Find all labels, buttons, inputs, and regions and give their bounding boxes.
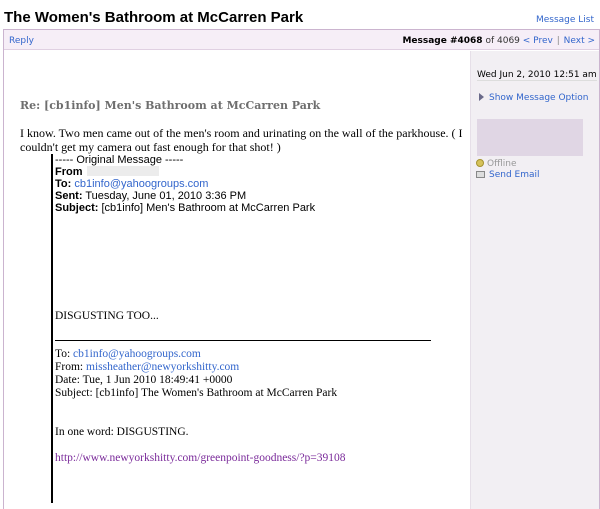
- quoted2-to-label: To:: [55, 348, 71, 360]
- quoted2-from-label: From:: [55, 361, 84, 373]
- quoted-text-one-word: In one word: DISGUSTING.: [55, 426, 189, 438]
- message-frame: Reply Message #4068 of 4069 < Prev | Nex…: [3, 29, 600, 509]
- topic-title: The Women's Bathroom at McCarren Park: [4, 9, 304, 26]
- message-body-text: I know. Two men came out of the men's ro…: [20, 126, 463, 154]
- nav-separator: |: [556, 36, 560, 46]
- message-count: of 4069: [485, 36, 520, 46]
- message-list-link[interactable]: Message List: [536, 15, 594, 25]
- online-status: Offline: [476, 159, 517, 169]
- offline-status-icon: [476, 159, 484, 167]
- quoted-to-label: To:: [55, 178, 72, 190]
- message-sidebar: Wed Jun 2, 2010 12:51 am Show Message Op…: [470, 51, 599, 509]
- author-profile-redacted: [477, 119, 583, 156]
- send-email-label: Send Email: [489, 170, 540, 180]
- quoted-message: ----- Original Message ----- From To: cb…: [51, 154, 431, 503]
- message-body-pane: Re: [cb1info] Men's Bathroom at McCarren…: [4, 51, 469, 509]
- send-email-link[interactable]: Send Email: [476, 170, 540, 180]
- quoted-from-row: From: [55, 166, 159, 178]
- quoted-to-row: To: cb1info@yahoogroups.com: [55, 178, 208, 190]
- show-message-option-toggle[interactable]: Show Message Option: [479, 93, 589, 103]
- quoted-subject-label: Subject:: [55, 202, 99, 214]
- message-toolbar: Reply Message #4068 of 4069 < Prev | Nex…: [4, 30, 599, 50]
- prev-link[interactable]: < Prev: [523, 36, 553, 46]
- quoted2-to-link[interactable]: cb1info@yahoogroups.com: [73, 348, 201, 360]
- status-label: Offline: [487, 159, 517, 169]
- quoted2-from-row: From: missheather@newyorkshitty.com: [55, 361, 239, 373]
- next-link[interactable]: Next >: [564, 36, 595, 46]
- envelope-icon: [476, 171, 485, 178]
- quoted-subject-row: Subject: [cb1info] Men's Bathroom at McC…: [55, 202, 315, 214]
- triangle-right-icon: [479, 93, 484, 101]
- reply-link[interactable]: Reply: [9, 36, 34, 46]
- message-subject: Re: [cb1info] Men's Bathroom at McCarren…: [20, 99, 321, 112]
- quoted-text-disgusting-too: DISGUSTING TOO...: [55, 310, 159, 322]
- message-navigation: Message #4068 of 4069 < Prev | Next >: [402, 36, 595, 46]
- message-date: Wed Jun 2, 2010 12:51 am: [477, 70, 597, 81]
- quoted-sent-row: Sent: Tuesday, June 01, 2010 3:36 PM: [55, 190, 246, 202]
- show-message-option-label: Show Message Option: [489, 93, 589, 103]
- quoted-from-label: From: [55, 166, 83, 178]
- quoted-subject-value: [cb1info] Men's Bathroom at McCarren Par…: [101, 202, 316, 214]
- redacted-sender: [86, 166, 159, 176]
- quoted-sent-value: Tuesday, June 01, 2010 3:36 PM: [85, 190, 247, 202]
- quoted-to-link[interactable]: cb1info@yahoogroups.com: [74, 178, 208, 190]
- quoted2-from-link[interactable]: missheather@newyorkshitty.com: [86, 361, 239, 373]
- quoted2-subject-row: Subject: [cb1info] The Women's Bathroom …: [55, 387, 338, 399]
- quoted2-date-row: Date: Tue, 1 Jun 2010 18:49:41 +0000: [55, 374, 233, 386]
- message-number: Message #4068: [402, 36, 483, 46]
- newyorkshitty-link[interactable]: http://www.newyorkshitty.com/greenpoint-…: [55, 452, 346, 464]
- quoted2-to-row: To: cb1info@yahoogroups.com: [55, 348, 201, 360]
- original-message-header: ----- Original Message -----: [55, 154, 184, 166]
- quote-divider: [55, 340, 431, 341]
- quoted-sent-label: Sent:: [55, 190, 83, 202]
